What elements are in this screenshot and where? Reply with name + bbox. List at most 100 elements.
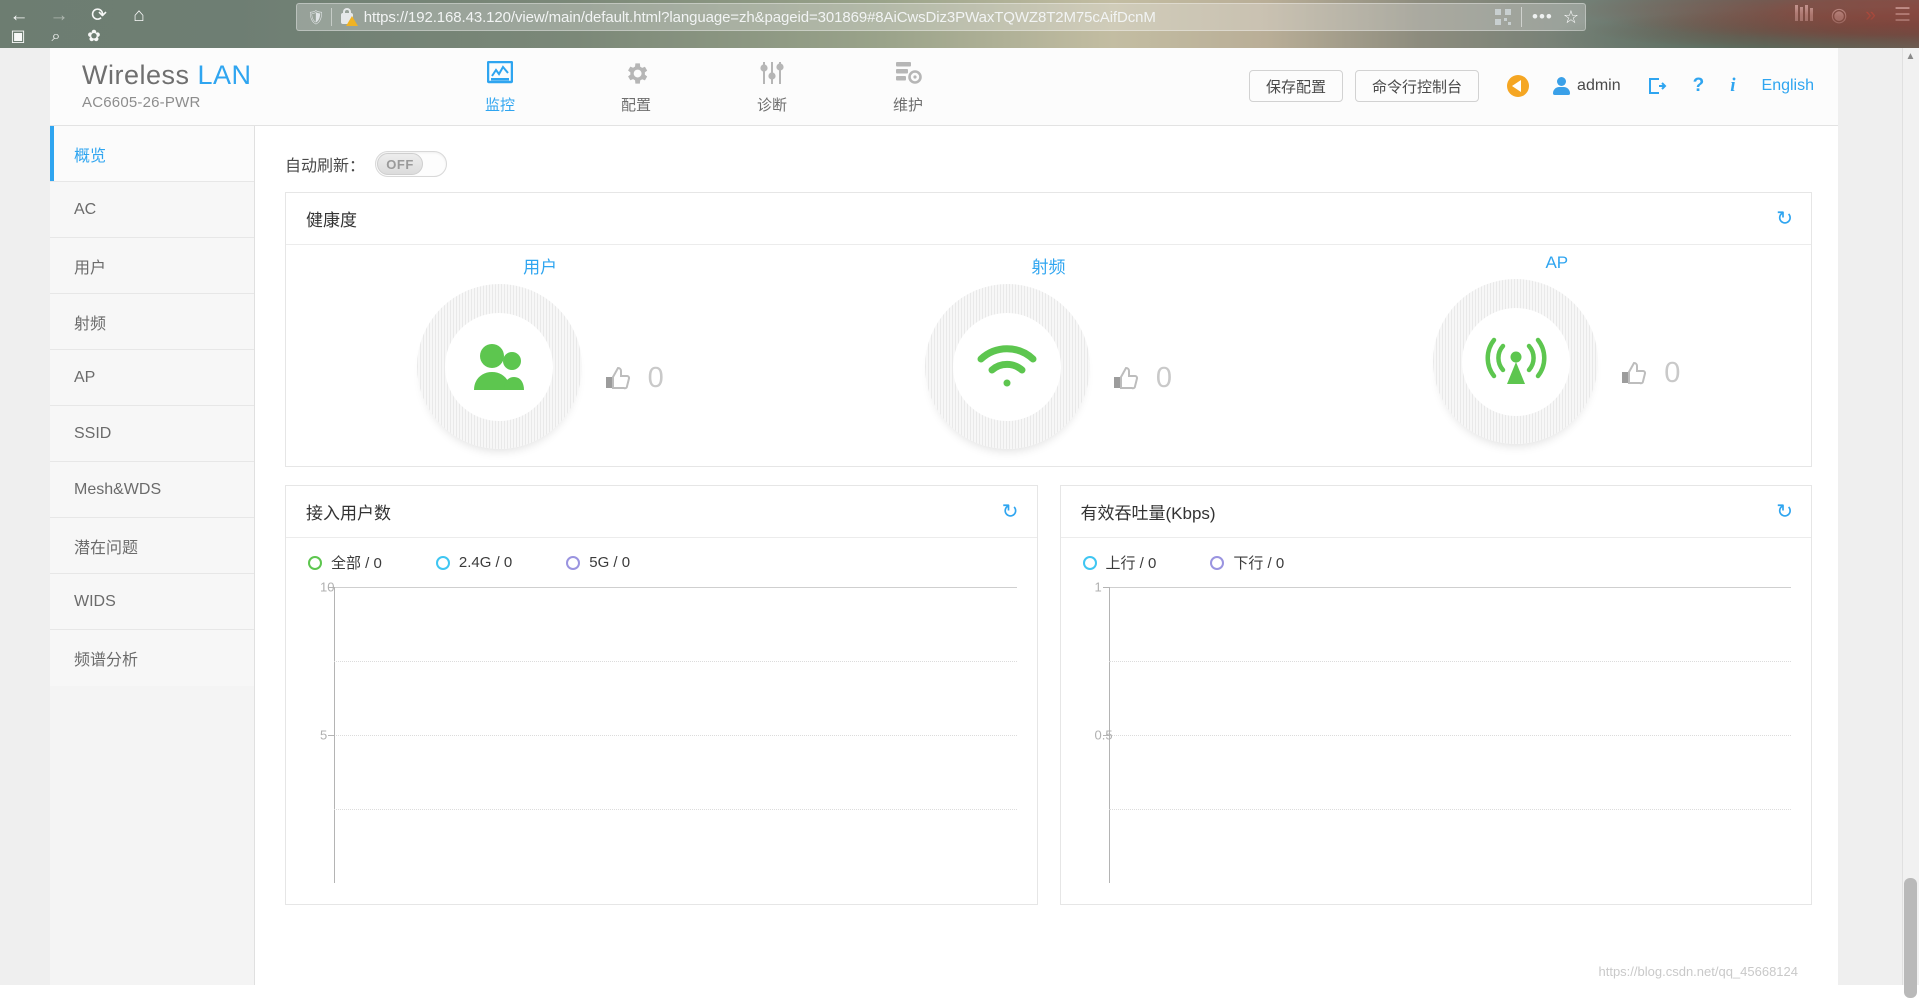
info-icon[interactable]: i bbox=[1730, 75, 1735, 97]
nav-item-configure[interactable]: 配置 bbox=[604, 56, 668, 115]
page-scrollbar[interactable]: ▲ ▼ bbox=[1902, 48, 1919, 998]
sidebar-item-potential-issues[interactable]: 潜在问题 bbox=[50, 518, 254, 574]
sidebar-item-wids[interactable]: WIDS bbox=[50, 574, 254, 630]
device-model: AC6605-26-PWR bbox=[82, 94, 201, 111]
nav-item-diagnose[interactable]: 诊断 bbox=[740, 56, 804, 115]
avatar bbox=[1553, 77, 1571, 95]
page-actions-icon[interactable]: ••• bbox=[1532, 7, 1553, 27]
gridline bbox=[334, 809, 1017, 810]
users-chart-title: 接入用户数 bbox=[306, 504, 391, 523]
library-icon[interactable] bbox=[1794, 4, 1813, 27]
pocket-icon[interactable]: » bbox=[1865, 5, 1876, 27]
health-card-header: 健康度 ↻ bbox=[286, 193, 1811, 245]
app-container: Wireless LAN AC6605-26-PWR 监控 配置 诊断 维护 保… bbox=[50, 48, 1838, 985]
search-icon[interactable]: ⌕ bbox=[44, 28, 68, 46]
health-score-value-radio: 0 bbox=[1155, 362, 1173, 394]
main-content: 自动刷新： OFF 健康度 ↻ 用户 0 射频 0 AP 0 接入用户数 ↻ 全… bbox=[255, 126, 1838, 985]
auto-refresh-toggle[interactable]: OFF bbox=[375, 151, 448, 177]
refresh-icon[interactable]: ↻ bbox=[1776, 502, 1793, 522]
sidebar-item-radio[interactable]: 射频 bbox=[50, 294, 254, 350]
users-chart-plot: 10 5 bbox=[286, 580, 1017, 883]
legend-dot-5g bbox=[566, 555, 581, 570]
account-icon[interactable]: ◉ bbox=[1831, 4, 1848, 27]
health-label-ap[interactable]: AP bbox=[1545, 253, 1568, 273]
bookmark-icon[interactable]: ▣ bbox=[6, 28, 30, 46]
health-card-title: 健康度 bbox=[306, 211, 357, 230]
gridline bbox=[1108, 587, 1791, 588]
alarm-icon[interactable] bbox=[1507, 75, 1530, 97]
health-donut-ap bbox=[1433, 279, 1599, 444]
forward-icon[interactable]: → bbox=[46, 2, 72, 28]
legend-item-uplink[interactable]: 上行 / 0 bbox=[1082, 552, 1157, 573]
tick-mark bbox=[328, 735, 335, 736]
legend-label-24g: 2.4G / 0 bbox=[458, 554, 513, 571]
sidebar-item-ap[interactable]: AP bbox=[50, 350, 254, 406]
gridline bbox=[334, 587, 1017, 588]
watermark: https://blog.csdn.net/qq_45668124 bbox=[1598, 964, 1799, 979]
save-config-button[interactable]: 保存配置 bbox=[1249, 70, 1344, 102]
health-donut-radio bbox=[924, 284, 1090, 449]
legend-item-all[interactable]: 全部 / 0 bbox=[308, 552, 382, 573]
qr-code-icon[interactable] bbox=[1495, 9, 1511, 25]
tick-mark bbox=[1102, 587, 1110, 588]
address-bar[interactable]: 🛡 https://192.168.43.120/view/main/defau… bbox=[296, 3, 1586, 31]
sidebar-item-overview[interactable]: 概览 bbox=[50, 126, 254, 182]
gridline bbox=[334, 735, 1017, 736]
sidebar-item-spectrum-analysis[interactable]: 频谱分析 bbox=[50, 630, 254, 686]
cli-console-button[interactable]: 命令行控制台 bbox=[1355, 70, 1480, 102]
nav-item-maintain[interactable]: 维护 bbox=[876, 56, 940, 115]
urlbar-divider bbox=[330, 8, 332, 26]
health-label-radio[interactable]: 射频 bbox=[1031, 253, 1065, 278]
home-icon[interactable]: ⌂ bbox=[126, 2, 152, 28]
legend-dot-downlink bbox=[1210, 555, 1225, 570]
refresh-icon[interactable]: ↻ bbox=[1776, 209, 1793, 229]
legend-item-24g[interactable]: 2.4G / 0 bbox=[435, 554, 513, 571]
legend-item-5g[interactable]: 5G / 0 bbox=[566, 554, 630, 571]
auto-refresh-state: OFF bbox=[377, 153, 424, 175]
nav-item-monitor[interactable]: 监控 bbox=[468, 56, 532, 115]
legend-label-uplink: 上行 / 0 bbox=[1105, 555, 1157, 572]
help-icon[interactable]: ? bbox=[1693, 75, 1705, 97]
divider bbox=[1521, 7, 1522, 27]
nav-label-maintain: 维护 bbox=[892, 97, 923, 114]
sidebar-item-users[interactable]: 用户 bbox=[50, 238, 254, 294]
thumbs-up-icon bbox=[1620, 359, 1650, 389]
browser-secondary-toolbar: ▣ ⌕ ✿ bbox=[6, 28, 106, 46]
bookmark-star-icon[interactable]: ☆ bbox=[1563, 7, 1579, 28]
health-score-radio: 0 bbox=[1112, 338, 1172, 395]
health-metric-users: 0 bbox=[416, 284, 664, 449]
sidebar-item-mesh-wds[interactable]: Mesh&WDS bbox=[50, 462, 254, 518]
sidebar-item-ac[interactable]: AC bbox=[50, 182, 254, 238]
nav-label-monitor: 监控 bbox=[484, 97, 515, 114]
health-card-body: 用户 0 射频 0 AP 0 bbox=[286, 245, 1811, 466]
url-text[interactable]: https://192.168.43.120/view/main/default… bbox=[364, 9, 1485, 26]
legend-item-downlink[interactable]: 下行 / 0 bbox=[1210, 552, 1284, 573]
settings-gear-icon[interactable]: ✿ bbox=[82, 28, 106, 46]
legend-label-5g: 5G / 0 bbox=[589, 554, 631, 571]
health-score-value-ap: 0 bbox=[1664, 357, 1681, 389]
app-header: Wireless LAN AC6605-26-PWR 监控 配置 诊断 维护 保… bbox=[50, 48, 1838, 126]
throughput-chart-card: 有效吞吐量(Kbps) ↻ 上行 / 0 下行 / 0 1 0.5 bbox=[1059, 485, 1812, 905]
throughput-chart-title: 有效吞吐量(Kbps) bbox=[1080, 504, 1216, 523]
health-label-users[interactable]: 用户 bbox=[523, 253, 557, 278]
sliders-icon bbox=[740, 56, 804, 90]
logout-icon[interactable] bbox=[1647, 76, 1667, 96]
gridline bbox=[1108, 809, 1791, 810]
brand-secondary: LAN bbox=[197, 60, 252, 90]
user-chip[interactable]: admin bbox=[1553, 77, 1621, 95]
scrollbar-thumb[interactable] bbox=[1904, 878, 1917, 998]
header-actions: 保存配置 命令行控制台 admin ? i English bbox=[1249, 70, 1814, 102]
users-chart-legend: 全部 / 0 2.4G / 0 5G / 0 bbox=[286, 538, 1037, 573]
menu-icon[interactable]: ☰ bbox=[1894, 4, 1911, 27]
sidebar-item-ssid[interactable]: SSID bbox=[50, 406, 254, 462]
brand-logo: Wireless LAN AC6605-26-PWR bbox=[82, 60, 252, 111]
health-metric-ap: 0 bbox=[1433, 279, 1680, 444]
nav-label-diagnose: 诊断 bbox=[756, 97, 787, 114]
refresh-icon[interactable]: ↻ bbox=[1002, 502, 1019, 522]
back-icon[interactable]: ← bbox=[6, 2, 32, 28]
scroll-up-arrow[interactable]: ▲ bbox=[1904, 51, 1917, 62]
language-switch[interactable]: English bbox=[1762, 77, 1814, 95]
reload-icon[interactable]: ⟳ bbox=[86, 2, 112, 28]
lock-warning-icon[interactable] bbox=[340, 8, 358, 26]
throughput-chart-legend: 上行 / 0 下行 / 0 bbox=[1061, 538, 1812, 573]
